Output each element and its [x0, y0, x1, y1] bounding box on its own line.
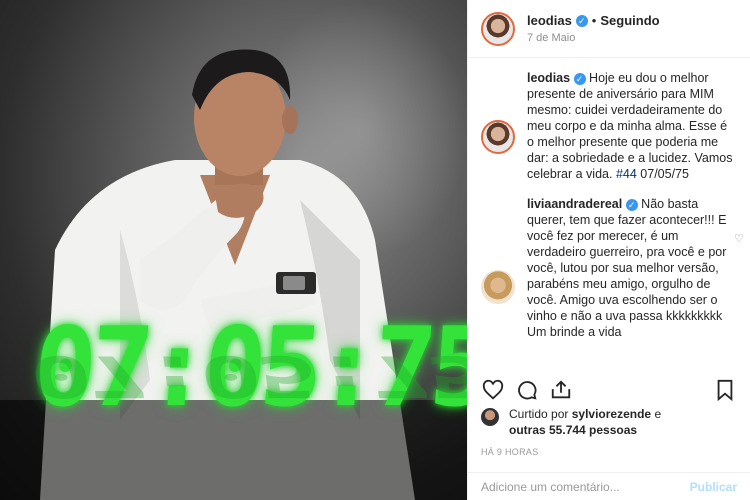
action-bar	[481, 378, 737, 402]
likes-text: Curtido por sylviorezende e outras 55.74…	[509, 406, 661, 438]
likes-summary: Curtido por sylviorezende e outras 55.74…	[481, 406, 740, 438]
caption-body: leodias ✓ Hoje eu dou o melhor presente …	[527, 70, 734, 182]
commenter-avatar[interactable]	[481, 270, 515, 304]
follow-button[interactable]: Seguindo	[600, 13, 659, 28]
hashtag-link[interactable]: #44	[616, 167, 637, 181]
verified-icon: ✓	[625, 199, 638, 211]
add-comment-bar: Publicar	[468, 472, 750, 500]
post-photo[interactable]: 07:05:75 07:05:75	[0, 0, 467, 500]
post-header: leodias ✓ • Seguindo 7 de Maio	[468, 0, 750, 58]
likes-prefix: Curtido por	[509, 407, 569, 421]
bookmark-icon[interactable]	[713, 378, 737, 402]
instagram-post: 07:05:75 07:05:75 leodias ✓ • Seguindo 7…	[0, 0, 750, 500]
liker-avatar[interactable]	[481, 408, 499, 426]
author-avatar[interactable]	[481, 11, 515, 46]
header-row: leodias ✓ • Seguindo	[527, 13, 660, 28]
publish-button[interactable]: Publicar	[690, 480, 737, 494]
comment-icon[interactable]	[515, 378, 539, 402]
verified-icon: ✓	[575, 14, 588, 27]
header-text: leodias ✓ • Seguindo 7 de Maio	[527, 13, 660, 44]
comment-like-icon[interactable]: ♡	[734, 232, 744, 245]
liker-username[interactable]: sylviorezende	[572, 407, 651, 421]
commenter-username[interactable]: liviaandradereal	[527, 197, 622, 211]
post-timestamp[interactable]: HÁ 9 HORAS	[481, 447, 539, 457]
comment-item: liviaandradereal ✓ Não basta querer, tem…	[468, 196, 750, 340]
likes-mid: e	[654, 407, 662, 421]
caption-username[interactable]: leodias	[527, 71, 570, 85]
comments-list[interactable]: leodias ✓ Hoje eu dou o melhor presente …	[468, 70, 750, 370]
comment-text: Não basta querer, tem que fazer acontece…	[527, 197, 727, 339]
post-date[interactable]: 7 de Maio	[527, 32, 660, 44]
caption-comment: leodias ✓ Hoje eu dou o melhor presente …	[468, 70, 750, 182]
post-side-panel: leodias ✓ • Seguindo 7 de Maio leodias ✓…	[467, 0, 750, 500]
digital-clock-reflection: 07:05:75	[25, 342, 467, 410]
verified-icon: ✓	[573, 73, 586, 85]
share-icon[interactable]	[549, 378, 573, 402]
heart-icon[interactable]	[481, 378, 505, 402]
separator-dot: •	[591, 13, 597, 28]
comment-body: liviaandradereal ✓ Não basta querer, tem…	[527, 196, 734, 340]
caption-text: Hoje eu dou o melhor presente de anivers…	[527, 71, 733, 181]
caption-tail: 07/05/75	[640, 167, 689, 181]
others-count[interactable]: outras 55.744 pessoas	[509, 423, 637, 437]
caption-avatar[interactable]	[481, 120, 515, 154]
comment-input[interactable]	[481, 479, 690, 494]
author-username[interactable]: leodias	[527, 13, 572, 28]
